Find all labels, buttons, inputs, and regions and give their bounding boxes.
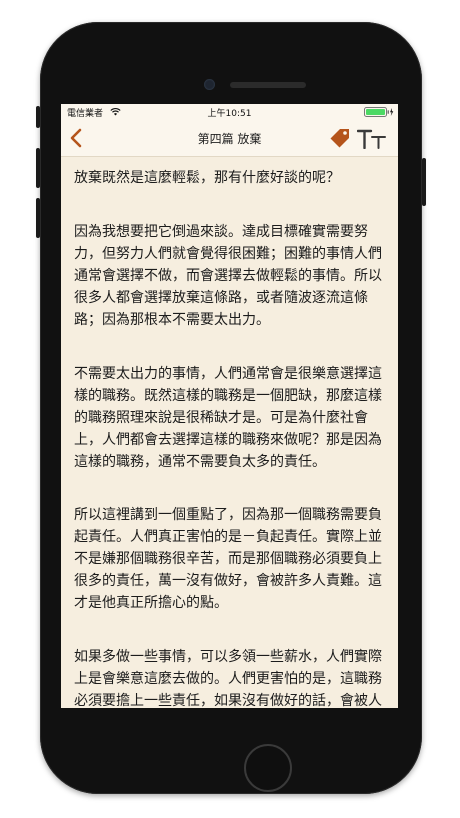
chapter-title: 第四篇 放棄 [197,132,262,146]
front-camera [204,79,215,90]
volume-down-button [36,198,40,238]
power-button [422,158,426,206]
page: 電信業者 上午10:51 第四篇 放棄 放棄既然是這麼輕鬆，那有什麼好談的呢？ … [0,0,460,818]
paragraph: 不需要太出力的事情，人們通常會是很樂意選擇這樣的職務。既然這樣的職務是一個肥缺，… [74,366,382,470]
speaker-grille [230,82,306,88]
tag-icon[interactable] [329,127,351,149]
chevron-left-icon[interactable] [67,127,87,149]
paragraph: 放棄既然是這麼輕鬆，那有什麼好談的呢？ [74,170,340,186]
home-button[interactable] [244,744,292,792]
navigation-bar: 第四篇 放棄 [61,120,398,157]
status-time: 上午10:51 [207,109,252,119]
reading-content[interactable]: 放棄既然是這麼輕鬆，那有什麼好談的呢？ 因為我想要把它倒過來談。達成目標確實需要… [61,157,398,708]
battery-charging-icon [364,107,394,117]
status-bar: 電信業者 上午10:51 [61,104,398,120]
volume-up-button [36,148,40,188]
paragraph: 如果多做一些事情，可以多領一些薪水，人們實際上是會樂意這麼去做的。人們更害怕的是… [74,649,382,708]
paragraph: 所以這裡講到一個重點了，因為那一個職務需要負起責任。人們真正害怕的是－負起責任。… [74,507,382,611]
paragraph: 因為我想要把它倒過來談。達成目標確實需要努力，但努力人們就會覺得很困難；困難的事… [74,224,382,328]
mute-switch [36,106,40,128]
font-size-icon[interactable] [357,129,387,149]
screen: 電信業者 上午10:51 第四篇 放棄 放棄既然是這麼輕鬆，那有什麼好談的呢？ … [61,104,398,708]
